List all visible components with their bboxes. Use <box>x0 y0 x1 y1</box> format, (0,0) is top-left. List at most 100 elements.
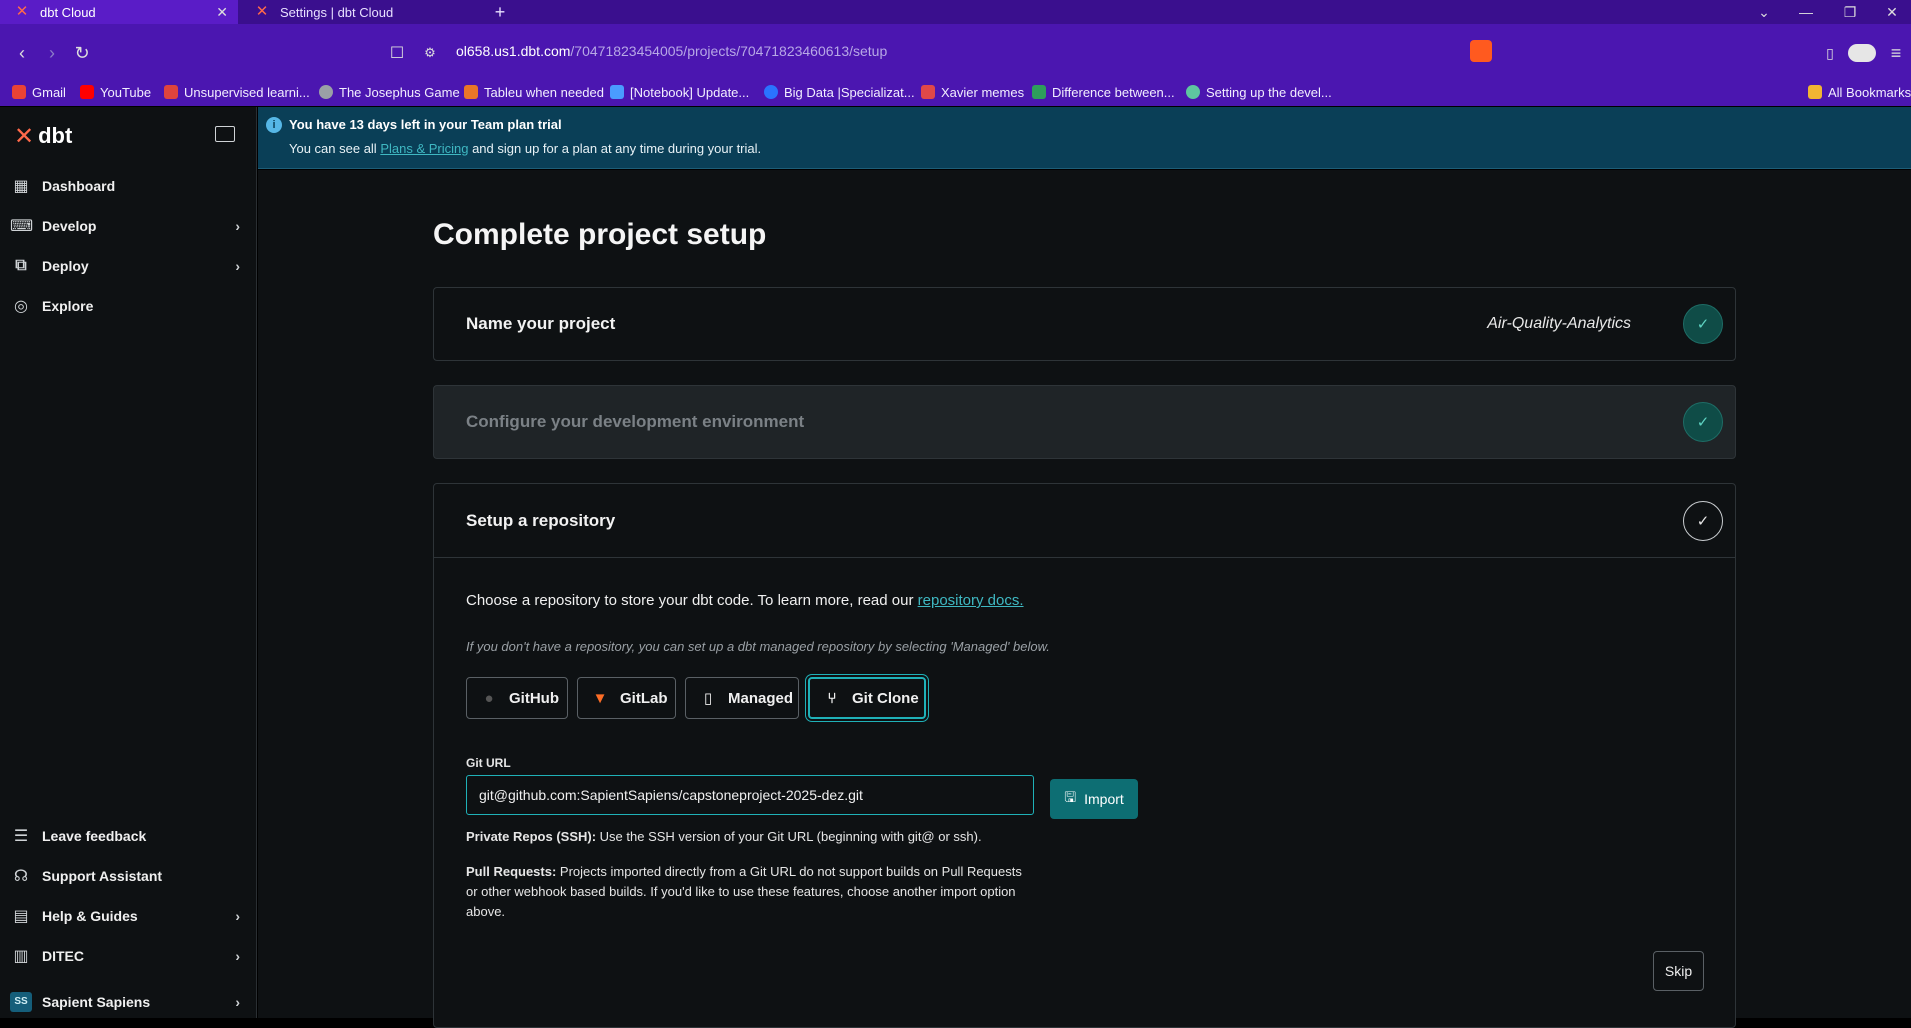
building-icon: ▥ <box>13 948 29 965</box>
minimize-icon[interactable]: — <box>1784 0 1828 24</box>
banner-text: You can see all Plans & Pricing and sign… <box>289 141 762 156</box>
check-icon: ✓ <box>1683 501 1723 541</box>
bookmark-item[interactable]: Big Data |Specializat... <box>764 78 915 106</box>
git-clone-option-button[interactable]: ⑂ Git Clone <box>808 677 926 719</box>
info-icon: i <box>266 117 282 133</box>
bookmark-item[interactable]: Unsupervised learni... <box>164 78 310 106</box>
sidebar-item-dashboard[interactable]: ▦ Dashboard <box>0 168 256 204</box>
bookmark-item[interactable]: Gmail <box>12 78 66 106</box>
bookmark-favicon-icon <box>1032 85 1046 99</box>
tab-search-icon[interactable]: ⌄ <box>1742 0 1786 24</box>
pull-requests-note: Pull Requests: Projects imported directl… <box>466 864 1022 919</box>
git-url-input[interactable] <box>466 775 1034 815</box>
private-repos-note: Private Repos (SSH): Use the SSH version… <box>466 829 982 844</box>
chevron-right-icon: › <box>235 218 240 234</box>
folder-icon <box>1808 85 1822 99</box>
git-url-label: Git URL <box>466 756 511 770</box>
browser-tab[interactable]: ✕ Settings | dbt Cloud <box>240 0 480 24</box>
gmail-icon <box>12 85 26 99</box>
sidebar-item-ditec[interactable]: ▥ DITEC › <box>0 938 256 974</box>
sidebar-toggle-icon[interactable]: ▯ <box>1818 41 1842 65</box>
managed-option-button[interactable]: ▯ Managed <box>685 677 799 719</box>
feedback-icon: ☰ <box>13 828 29 845</box>
step-title: Name your project <box>466 314 616 333</box>
sidebar-item-help-guides[interactable]: ▤ Help & Guides › <box>0 898 256 934</box>
headset-icon: ☊ <box>13 868 29 885</box>
bookmark-favicon-icon <box>610 85 624 99</box>
step-setup-repository: Setup a repository ✓ <box>433 483 1736 1028</box>
dbt-favicon-icon: ✕ <box>15 3 29 20</box>
url-field[interactable]: ol658.us1.dbt.com/70471823454005/project… <box>456 37 1506 65</box>
sidebar-item-deploy[interactable]: ⧉ Deploy › <box>0 248 256 284</box>
extension-icon[interactable] <box>1848 44 1876 62</box>
repo-intro: Choose a repository to store your dbt co… <box>466 592 1024 609</box>
plans-pricing-link[interactable]: Plans & Pricing <box>380 141 468 156</box>
step-title: Setup a repository <box>466 511 616 530</box>
bookmark-favicon-icon <box>319 85 333 99</box>
url-path: /70471823454005/projects/70471823460613/… <box>570 43 888 59</box>
bookmark-item[interactable]: Xavier memes <box>921 78 1024 106</box>
tab-title: Settings | dbt Cloud <box>280 4 394 20</box>
managed-repo-icon: ▯ <box>703 690 713 707</box>
menu-icon[interactable]: ≡ <box>1884 41 1908 65</box>
repository-docs-link[interactable]: repository docs. <box>918 592 1024 609</box>
chevron-right-icon: › <box>235 948 240 964</box>
step-configure-environment[interactable]: Configure your development environment ✓ <box>433 385 1736 459</box>
chevron-right-icon: › <box>235 258 240 274</box>
github-option-button[interactable]: ● GitHub <box>466 677 568 719</box>
back-icon[interactable]: ‹ <box>10 41 34 65</box>
restore-icon[interactable]: ❐ <box>1828 0 1872 24</box>
explore-icon: ◎ <box>14 298 28 315</box>
step-name-project[interactable]: Name your project Air-Quality-Analytics … <box>433 287 1736 361</box>
divider <box>434 557 1735 558</box>
brave-shield-icon[interactable] <box>1470 40 1492 62</box>
code-icon: ⌨ <box>10 218 34 235</box>
site-info-icon[interactable]: ⚙ <box>418 41 442 65</box>
dashboard-icon: ▦ <box>13 178 29 195</box>
git-branch-icon: ⑂ <box>827 689 837 707</box>
bookmark-item[interactable]: [Notebook] Update... <box>610 78 749 106</box>
url-host: ol658.us1.dbt.com <box>456 43 571 59</box>
browser-tab-active[interactable]: ✕ dbt Cloud ✕ <box>0 0 238 24</box>
bookmark-item[interactable]: Tableu when needed <box>464 78 604 106</box>
reload-icon[interactable]: ↻ <box>70 41 94 65</box>
close-tab-icon[interactable]: ✕ <box>216 4 228 21</box>
dbt-logo[interactable]: ✕ dbt <box>14 122 72 150</box>
collapse-sidebar-icon[interactable] <box>215 126 235 142</box>
step-title: Configure your development environment <box>466 412 805 431</box>
sidebar-item-leave-feedback[interactable]: ☰ Leave feedback <box>0 818 256 854</box>
deploy-icon: ⧉ <box>15 257 27 274</box>
save-icon: 🖫 <box>1064 789 1077 805</box>
new-tab-button[interactable]: + <box>488 0 512 24</box>
skip-button[interactable]: Skip <box>1653 951 1704 991</box>
sidebar-item-develop[interactable]: ⌨ Develop › <box>0 208 256 244</box>
banner-title: You have 13 days left in your Team plan … <box>289 117 562 132</box>
bookmark-favicon-icon <box>921 85 935 99</box>
bookmark-item[interactable]: Setting up the devel... <box>1186 78 1332 106</box>
repo-hint: If you don't have a repository, you can … <box>466 639 1050 654</box>
gitlab-icon: ▼ <box>592 689 608 707</box>
book-icon: ▤ <box>13 908 29 925</box>
bookmark-favicon-icon <box>764 85 778 99</box>
tab-title: dbt Cloud <box>40 4 96 20</box>
check-icon: ✓ <box>1683 304 1723 344</box>
import-button[interactable]: 🖫 Import <box>1050 779 1138 819</box>
bookmark-favicon-icon <box>464 85 478 99</box>
forward-icon[interactable]: › <box>40 41 64 65</box>
github-icon: ● <box>484 689 494 707</box>
bookmark-item[interactable]: Difference between... <box>1032 78 1175 106</box>
bookmark-item[interactable]: The Josephus Game <box>319 78 460 106</box>
bookmark-favicon-icon <box>1186 85 1200 99</box>
sidebar-item-explore[interactable]: ◎ Explore <box>0 288 256 324</box>
dbt-logo-icon: ✕ <box>14 122 35 150</box>
avatar: SS <box>10 992 32 1012</box>
window-close-icon[interactable]: ✕ <box>1870 0 1911 24</box>
page-title: Complete project setup <box>433 218 767 251</box>
sidebar-item-account[interactable]: SS Sapient Sapiens › <box>0 984 256 1020</box>
gitlab-option-button[interactable]: ▼ GitLab <box>577 677 676 719</box>
chevron-right-icon: › <box>235 908 240 924</box>
bookmark-item[interactable]: YouTube <box>80 78 151 106</box>
all-bookmarks[interactable]: All Bookmarks <box>1808 78 1911 106</box>
bookmark-icon[interactable]: ☐ <box>385 41 409 65</box>
sidebar-item-support-assistant[interactable]: ☊ Support Assistant <box>0 858 256 894</box>
